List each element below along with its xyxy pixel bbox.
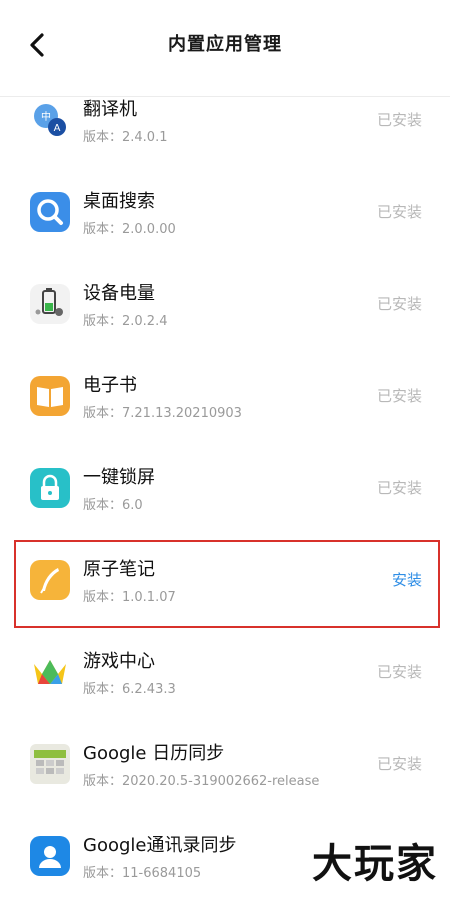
svg-text:中: 中 bbox=[41, 110, 51, 123]
watermark: 大玩家 bbox=[312, 841, 438, 887]
installed-label: 已安装 bbox=[376, 479, 422, 497]
app-version: 版本：11-6684105 bbox=[83, 866, 202, 881]
list-item: Google 日历同步 版本：2020.20.5-319002662-relea… bbox=[0, 740, 450, 832]
search-icon bbox=[30, 192, 70, 232]
battery-icon bbox=[30, 284, 70, 324]
top-bar: 内置应用管理 bbox=[0, 0, 450, 97]
installed-label: 已安装 bbox=[376, 387, 422, 405]
app-version: 版本：2.0.2.4 bbox=[83, 314, 168, 329]
contacts-icon bbox=[30, 836, 70, 876]
app-version: 版本：2.0.0.00 bbox=[83, 222, 176, 237]
app-version: 版本：7.21.13.20210903 bbox=[83, 406, 242, 421]
app-name: Google 日历同步 bbox=[83, 743, 225, 764]
app-version: 版本：6.0 bbox=[83, 498, 143, 513]
app-name: 游戏中心 bbox=[83, 651, 155, 672]
svg-text:A: A bbox=[54, 123, 61, 134]
app-name: 桌面搜索 bbox=[83, 191, 155, 212]
lock-icon bbox=[30, 468, 70, 508]
app-name: 设备电量 bbox=[83, 283, 155, 304]
list-item: 游戏中心 版本：6.2.43.3 已安装 bbox=[0, 648, 450, 740]
list-item: 设备电量 版本：2.0.2.4 已安装 bbox=[0, 280, 450, 372]
installed-label: 已安装 bbox=[376, 663, 422, 681]
installed-label: 已安装 bbox=[376, 111, 422, 129]
app-name: 电子书 bbox=[83, 375, 137, 396]
list-item: 电子书 版本：7.21.13.20210903 已安装 bbox=[0, 372, 450, 464]
game-center-icon bbox=[30, 652, 70, 692]
app-name: Google通讯录同步 bbox=[83, 835, 237, 856]
app-name: 一键锁屏 bbox=[83, 467, 155, 488]
book-icon bbox=[30, 376, 70, 416]
app-version: 版本：6.2.43.3 bbox=[83, 682, 176, 697]
installed-label: 已安装 bbox=[376, 203, 422, 221]
highlight-box bbox=[14, 540, 440, 628]
calendar-icon bbox=[30, 744, 70, 784]
installed-label: 已安装 bbox=[376, 295, 422, 313]
translate-icon: 中 A bbox=[30, 100, 70, 140]
list-item: 中 A 翻译机 版本：2.4.0.1 已安装 bbox=[0, 96, 450, 188]
page-title: 内置应用管理 bbox=[168, 34, 282, 55]
installed-label: 已安装 bbox=[376, 755, 422, 773]
app-version: 版本：2.4.0.1 bbox=[83, 130, 168, 145]
app-version: 版本：2020.20.5-319002662-release bbox=[83, 774, 320, 789]
list-item: 桌面搜索 版本：2.0.0.00 已安装 bbox=[0, 188, 450, 280]
app-name: 翻译机 bbox=[83, 99, 137, 120]
